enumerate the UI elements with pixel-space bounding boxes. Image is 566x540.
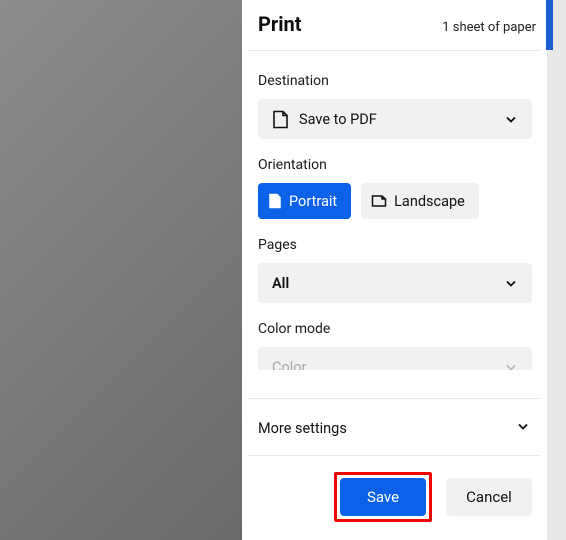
dialog-footer: Save Cancel [248, 456, 540, 540]
portrait-page-icon [268, 193, 282, 209]
orientation-landscape-label: Landscape [394, 193, 465, 210]
settings-scroll-area[interactable]: Destination Save to PDF Orientation [248, 51, 540, 370]
dialog-header: Print 1 sheet of paper [248, 0, 540, 51]
more-settings-label: More settings [258, 420, 347, 437]
chevron-down-icon [504, 360, 518, 370]
sheet-count: 1 sheet of paper [442, 20, 536, 35]
chevron-down-icon [504, 112, 518, 126]
more-settings-toggle[interactable]: More settings [248, 399, 540, 456]
pages-section: Pages All [258, 237, 532, 303]
destination-section: Destination Save to PDF [258, 73, 532, 139]
destination-select[interactable]: Save to PDF [258, 99, 532, 139]
chevron-down-icon [504, 276, 518, 290]
orientation-portrait-label: Portrait [289, 193, 337, 210]
landscape-page-icon [371, 194, 387, 208]
pages-value: All [272, 275, 289, 292]
orientation-landscape-button[interactable]: Landscape [361, 183, 479, 219]
pages-label: Pages [258, 237, 532, 253]
destination-label: Destination [258, 73, 532, 89]
orientation-toggle-group: Portrait Landscape [258, 183, 532, 219]
orientation-label: Orientation [258, 157, 532, 173]
destination-value: Save to PDF [299, 111, 377, 128]
backdrop-preview [0, 0, 242, 540]
color-mode-label: Color mode [258, 321, 532, 337]
orientation-section: Orientation Portrait [258, 157, 532, 219]
cancel-button[interactable]: Cancel [446, 478, 532, 516]
color-mode-value: Color [272, 359, 306, 371]
background-right-accent [545, 0, 553, 50]
chevron-down-icon [516, 419, 530, 437]
background-right [547, 0, 566, 540]
pages-select[interactable]: All [258, 263, 532, 303]
color-mode-section: Color mode Color [258, 321, 532, 370]
print-dialog: Print 1 sheet of paper Destination Save … [242, 0, 546, 540]
color-mode-select: Color [258, 347, 532, 370]
annotation-highlight: Save [334, 472, 432, 522]
dialog-title: Print [258, 12, 302, 36]
pdf-file-icon [272, 110, 289, 129]
orientation-portrait-button[interactable]: Portrait [258, 183, 351, 219]
save-button[interactable]: Save [340, 478, 426, 516]
